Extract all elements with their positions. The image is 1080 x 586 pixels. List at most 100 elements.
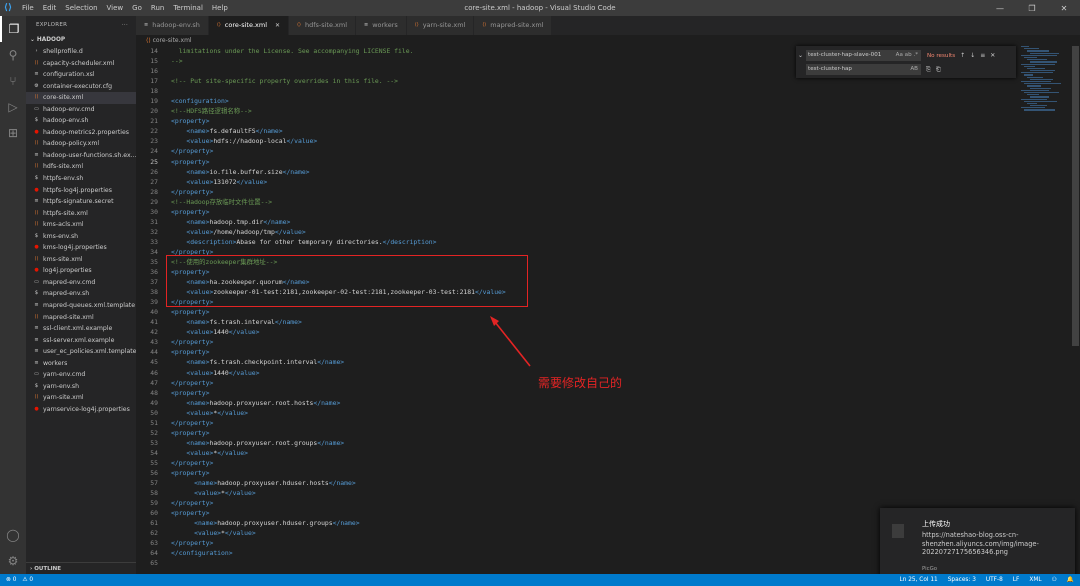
- find-options[interactable]: Aa ab .*: [896, 50, 918, 61]
- menu-item-terminal[interactable]: Terminal: [173, 4, 203, 12]
- menu-item-run[interactable]: Run: [151, 4, 164, 12]
- explorer-icon[interactable]: ❐: [0, 16, 26, 42]
- file-item[interactable]: ≡ configuration.xsl: [26, 69, 136, 81]
- token: <property>: [171, 428, 210, 437]
- vscode-window: ⟨⟩ File Edit Selection View Go Run Terminal Hel…: [0, 0, 1080, 586]
- file-item[interactable]: ≡ user_ec_policies.xml.template: [26, 346, 136, 358]
- outline-section[interactable]: › OUTLINE: [26, 562, 136, 574]
- preserve-case-toggle[interactable]: AB: [910, 64, 918, 75]
- file-item[interactable]: ⟨⟩ hdfs-site.xml: [26, 161, 136, 173]
- file-item[interactable]: ⚙ container-executor.cfg: [26, 81, 136, 93]
- status-item[interactable]: LF: [1013, 577, 1020, 583]
- file-item[interactable]: ⟨⟩ kms-acls.xml: [26, 219, 136, 231]
- replace-input[interactable]: test-cluster-hap AB: [806, 64, 921, 75]
- status-problems[interactable]: ⊗ 0: [6, 577, 16, 583]
- file-item[interactable]: $ httpfs-env.sh: [26, 173, 136, 185]
- file-item[interactable]: ≡ hadoop-user-functions.sh.ex...: [26, 150, 136, 162]
- file-item[interactable]: ≡ ssl-server.xml.example: [26, 335, 136, 347]
- file-item[interactable]: ▭ mapred-env.cmd: [26, 277, 136, 289]
- file-item[interactable]: ≡ workers: [26, 358, 136, 370]
- file-item[interactable]: › shellprofile.d: [26, 46, 136, 58]
- code-line: 58 <value>*</value>: [136, 488, 1021, 498]
- menu-item-selection[interactable]: Selection: [65, 4, 97, 12]
- editor-scrollbar[interactable]: [1071, 46, 1080, 574]
- file-item[interactable]: $ hadoop-env.sh: [26, 115, 136, 127]
- minimize-icon[interactable]: —: [984, 0, 1016, 16]
- file-label: container-executor.cfg: [43, 82, 113, 90]
- code-line: 24 </property>: [136, 146, 1021, 156]
- tab-core-site-xml[interactable]: ⟨⟩ core-site.xml ✕: [208, 16, 290, 35]
- status-item[interactable]: XML: [1029, 577, 1041, 583]
- tab-workers[interactable]: ≡ workers: [356, 16, 407, 35]
- file-item[interactable]: $ mapred-env.sh: [26, 288, 136, 300]
- file-item[interactable]: $ yarn-env.sh: [26, 381, 136, 393]
- file-item[interactable]: ● yarnservice-log4j.properties: [26, 404, 136, 416]
- file-item[interactable]: ● kms-log4j.properties: [26, 242, 136, 254]
- menu-item-go[interactable]: Go: [132, 4, 142, 12]
- restore-icon[interactable]: ❐: [1016, 0, 1048, 16]
- menu-item-file[interactable]: File: [22, 4, 34, 12]
- file-item[interactable]: ⟨⟩ hadoop-policy.xml: [26, 138, 136, 150]
- code-editor[interactable]: 14 limitations under the License. See ac…: [136, 46, 1021, 574]
- file-item[interactable]: $ kms-env.sh: [26, 231, 136, 243]
- find-input[interactable]: test-cluster-hap-slave-001 Aa ab .*: [806, 50, 921, 61]
- scroll-thumb[interactable]: [1072, 46, 1079, 346]
- close-icon[interactable]: ✕: [1048, 0, 1080, 16]
- status-item[interactable]: 🔔: [1067, 577, 1074, 583]
- token: <value>: [186, 227, 214, 236]
- breadcrumb[interactable]: ⟨⟩ core-site.xml: [136, 35, 1080, 46]
- source-control-icon[interactable]: ⑂: [0, 68, 26, 94]
- previous-match-icon[interactable]: ↑: [960, 52, 965, 59]
- menu-item-help[interactable]: Help: [212, 4, 228, 12]
- token: <property>: [171, 468, 210, 477]
- tab-hdfs-site-xml[interactable]: ⟨⟩ hdfs-site.xml: [289, 16, 357, 35]
- file-item[interactable]: ● log4j.properties: [26, 265, 136, 277]
- file-label: httpfs-signature.secret: [43, 198, 114, 206]
- run-debug-icon[interactable]: ▷: [0, 94, 26, 120]
- status-item[interactable]: ⚇: [1052, 577, 1057, 583]
- file-item[interactable]: ⟨⟩ kms-site.xml: [26, 254, 136, 266]
- minimap-line: [1027, 94, 1039, 96]
- line-text: <description>Abase for other temporary d…: [158, 237, 436, 247]
- file-item[interactable]: ≡ httpfs-signature.secret: [26, 196, 136, 208]
- close-tab-icon[interactable]: ✕: [275, 16, 280, 35]
- tab-mapred-site-xml[interactable]: ⟨⟩ mapred-site.xml: [474, 16, 553, 35]
- line-text: <property>: [158, 428, 209, 438]
- replace-all-icon[interactable]: ⎗: [936, 66, 941, 74]
- xml-icon: ⟨⟩: [146, 37, 151, 44]
- file-item[interactable]: ≡ ssl-client.xml.example: [26, 323, 136, 335]
- minimap[interactable]: [1021, 46, 1071, 116]
- file-item[interactable]: ▭ hadoop-env.cmd: [26, 104, 136, 116]
- file-item[interactable]: ≡ mapred-queues.xml.template: [26, 300, 136, 312]
- menu-item-edit[interactable]: Edit: [43, 4, 57, 12]
- toggle-replace-icon[interactable]: ⌄: [798, 52, 803, 59]
- status-item[interactable]: Spaces: 3: [948, 577, 976, 583]
- line-text: <value>*</value>: [158, 408, 248, 418]
- file-item[interactable]: ⟨⟩ capacity-scheduler.xml: [26, 58, 136, 70]
- file-item[interactable]: ▭ yarn-env.cmd: [26, 369, 136, 381]
- more-actions-icon[interactable]: ···: [122, 16, 128, 34]
- file-item[interactable]: ● hadoop-metrics2.properties: [26, 127, 136, 139]
- extensions-icon[interactable]: ⊞: [0, 120, 26, 146]
- menu-item-view[interactable]: View: [107, 4, 124, 12]
- line-number: 42: [150, 328, 158, 337]
- file-item[interactable]: ⟨⟩ httpfs-site.xml: [26, 208, 136, 220]
- find-in-selection-icon[interactable]: ≡: [980, 52, 985, 59]
- replace-icon[interactable]: ⎘: [926, 66, 931, 74]
- close-find-icon[interactable]: ✕: [990, 52, 995, 59]
- file-item[interactable]: ⟨⟩ core-site.xml: [26, 92, 136, 104]
- file-item[interactable]: ● httpfs-log4j.properties: [26, 185, 136, 197]
- gear-icon[interactable]: ⚙: [0, 548, 26, 574]
- tab-yarn-site-xml[interactable]: ⟨⟩ yarn-site.xml: [406, 16, 475, 35]
- tab-hadoop-env-sh[interactable]: ≡ hadoop-env.sh: [136, 16, 209, 35]
- file-item[interactable]: ⟨⟩ yarn-site.xml: [26, 392, 136, 404]
- file-item[interactable]: ⟨⟩ mapred-site.xml: [26, 312, 136, 324]
- status-problems[interactable]: ⚠ 0: [22, 577, 33, 583]
- account-icon[interactable]: ◯: [0, 522, 26, 548]
- next-match-icon[interactable]: ↓: [970, 52, 975, 59]
- status-item[interactable]: Ln 25, Col 11: [899, 577, 937, 583]
- status-item[interactable]: UTF-8: [986, 577, 1003, 583]
- upload-notification[interactable]: 上传成功 https://nateshao-blog.oss-cn-shenzh…: [880, 508, 1075, 578]
- workspace-folder[interactable]: ⌄ HADOOP: [26, 34, 136, 46]
- search-icon[interactable]: ⚲: [0, 42, 26, 68]
